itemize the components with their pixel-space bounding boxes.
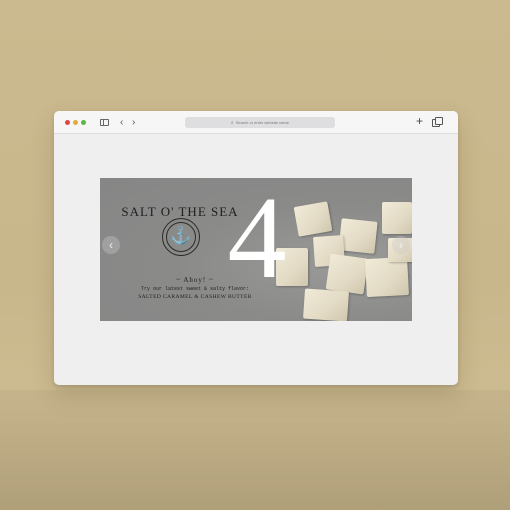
slider-pagination: [243, 311, 271, 316]
hero-tagline: ~ Ahoy! ~: [176, 276, 214, 284]
background-floor: [0, 390, 510, 510]
sidebar-icon[interactable]: [100, 119, 109, 126]
browser-window: ‹ › ⌕ Search or enter website name + SALT…: [54, 111, 458, 385]
fudge-cube: [338, 218, 378, 254]
address-bar[interactable]: ⌕ Search or enter website name: [185, 117, 335, 128]
forward-icon[interactable]: ›: [132, 117, 135, 128]
slider-prev-button[interactable]: ‹: [102, 236, 120, 254]
anchor-icon: ⚓: [170, 226, 192, 245]
fudge-cube: [365, 256, 409, 298]
fudge-cube: [382, 202, 412, 234]
fudge-cube: [325, 253, 369, 295]
fudge-cube: [293, 201, 333, 237]
fudge-cube: [303, 288, 349, 321]
search-icon: ⌕: [230, 120, 234, 126]
hero-subline: Try our latest sweet & salty flavor:: [140, 286, 250, 292]
back-icon[interactable]: ‹: [120, 117, 123, 128]
hero-flavor: SALTED CARAMEL & CASHEW BUTTER: [138, 294, 252, 300]
browser-toolbar: ‹ › ⌕ Search or enter website name +: [54, 111, 458, 134]
address-bar-placeholder: Search or enter website name: [235, 120, 290, 125]
maximize-window-button[interactable]: [81, 120, 86, 125]
plus-icon[interactable]: +: [416, 115, 423, 127]
minimize-window-button[interactable]: [73, 120, 78, 125]
close-window-button[interactable]: [65, 120, 70, 125]
tabs-icon[interactable]: [432, 117, 443, 127]
hero-slider: SALT O' THE SEA ⚓ 4 ~ Ahoy! ~ Try our la…: [100, 178, 412, 321]
slider-next-button[interactable]: ›: [392, 236, 410, 254]
brand-emblem: ⚓: [162, 218, 200, 256]
